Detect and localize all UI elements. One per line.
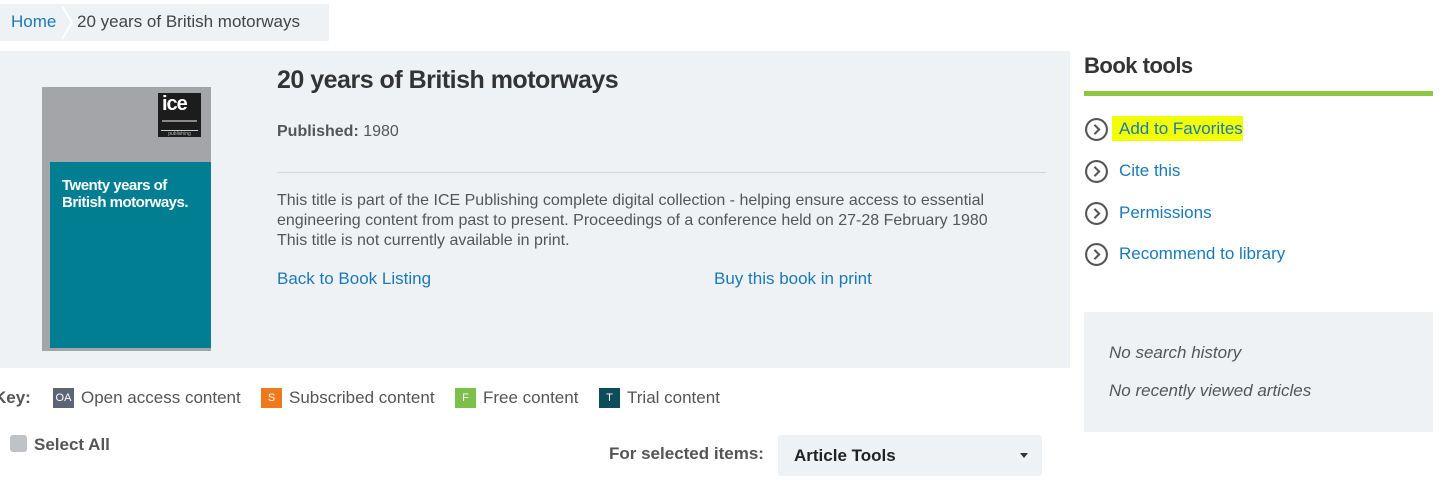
description-line: engineering content from past to present… bbox=[277, 212, 988, 229]
divider bbox=[277, 172, 1046, 173]
chevron-circle-right-icon bbox=[1085, 201, 1108, 225]
cover-title-line2: British motorways. bbox=[62, 194, 189, 211]
recommend-to-library-link[interactable]: Recommend to library bbox=[1084, 241, 1285, 267]
content-key: Key: OA Open access content S Subscribed… bbox=[0, 386, 760, 410]
published-label: Published: bbox=[277, 123, 359, 140]
article-tools-dropdown[interactable]: Article Tools bbox=[778, 435, 1042, 476]
book-tools-accent-bar bbox=[1084, 91, 1433, 96]
key-item-label: Trial content bbox=[627, 388, 720, 407]
cover-title-line1: Twenty years of bbox=[62, 177, 167, 194]
trial-badge: T bbox=[599, 388, 620, 408]
select-all-label: Select All bbox=[34, 435, 110, 454]
breadcrumb-separator-icon bbox=[61, 6, 74, 39]
select-all-control[interactable]: Select All bbox=[10, 434, 110, 455]
cite-this-link[interactable]: Cite this bbox=[1084, 158, 1180, 184]
highlighted-text: Add to Favorites bbox=[1112, 116, 1243, 141]
key-item-label: Free content bbox=[483, 388, 579, 407]
ice-logo-sub: publishing bbox=[161, 130, 198, 137]
key-item-open-access: OA Open access content bbox=[53, 386, 241, 410]
chevron-circle-right-icon bbox=[1085, 117, 1108, 141]
published-year: 1980 bbox=[363, 123, 399, 140]
book-tools-heading: Book tools bbox=[1084, 53, 1193, 78]
subscribed-badge: S bbox=[261, 388, 282, 408]
ice-logo: ice publishing bbox=[158, 93, 201, 137]
add-to-favorites-label: Add to Favorites bbox=[1112, 116, 1243, 141]
caret-down-icon bbox=[1020, 453, 1028, 458]
ice-logo-text: ice bbox=[162, 93, 188, 115]
key-item-label: Open access content bbox=[81, 388, 241, 407]
buy-in-print-link[interactable]: Buy this book in print bbox=[714, 269, 872, 289]
chevron-circle-right-icon bbox=[1085, 159, 1108, 183]
recommend-to-library-label: Recommend to library bbox=[1119, 244, 1286, 263]
history-panel: No search history No recently viewed art… bbox=[1084, 312, 1433, 432]
back-to-book-listing-link[interactable]: Back to Book Listing bbox=[277, 269, 431, 289]
search-history-text: No search history bbox=[1109, 343, 1242, 362]
permissions-link[interactable]: Permissions bbox=[1084, 200, 1212, 226]
open-access-badge: OA bbox=[53, 388, 74, 408]
for-selected-items-label: For selected items: bbox=[609, 444, 764, 463]
select-all-checkbox[interactable] bbox=[10, 434, 27, 452]
cover-title: Twenty years of British motorways. bbox=[62, 177, 212, 211]
breadcrumb-current: 20 years of British motorways bbox=[77, 12, 300, 31]
permissions-label: Permissions bbox=[1119, 203, 1212, 222]
book-cover-image: ice publishing Twenty years of British m… bbox=[42, 87, 211, 351]
recent-articles-text: No recently viewed articles bbox=[1109, 381, 1312, 400]
key-item-label: Subscribed content bbox=[289, 388, 435, 407]
key-item-free: F Free content bbox=[455, 386, 578, 410]
book-title: 20 years of British motorways bbox=[277, 66, 619, 94]
description-line: This title is part of the ICE Publishing… bbox=[277, 192, 985, 209]
book-description: This title is part of the ICE Publishing… bbox=[277, 191, 1037, 251]
free-badge: F bbox=[455, 388, 476, 408]
chevron-circle-right-icon bbox=[1085, 242, 1108, 266]
published-info: Published: 1980 bbox=[277, 123, 399, 141]
key-item-subscribed: S Subscribed content bbox=[261, 386, 435, 410]
add-to-favorites-link[interactable]: Add to Favorites bbox=[1084, 116, 1243, 142]
breadcrumb: Home 20 years of British motorways bbox=[0, 4, 329, 41]
key-item-trial: T Trial content bbox=[599, 386, 720, 410]
ice-logo-rule bbox=[162, 120, 197, 122]
cite-this-label: Cite this bbox=[1119, 161, 1181, 180]
article-tools-label: Article Tools bbox=[794, 446, 896, 465]
book-panel: ice publishing Twenty years of British m… bbox=[0, 51, 1070, 368]
key-label: Key: bbox=[0, 388, 31, 407]
description-line: This title is not currently available in… bbox=[277, 232, 570, 249]
breadcrumb-home-link[interactable]: Home bbox=[11, 12, 56, 32]
